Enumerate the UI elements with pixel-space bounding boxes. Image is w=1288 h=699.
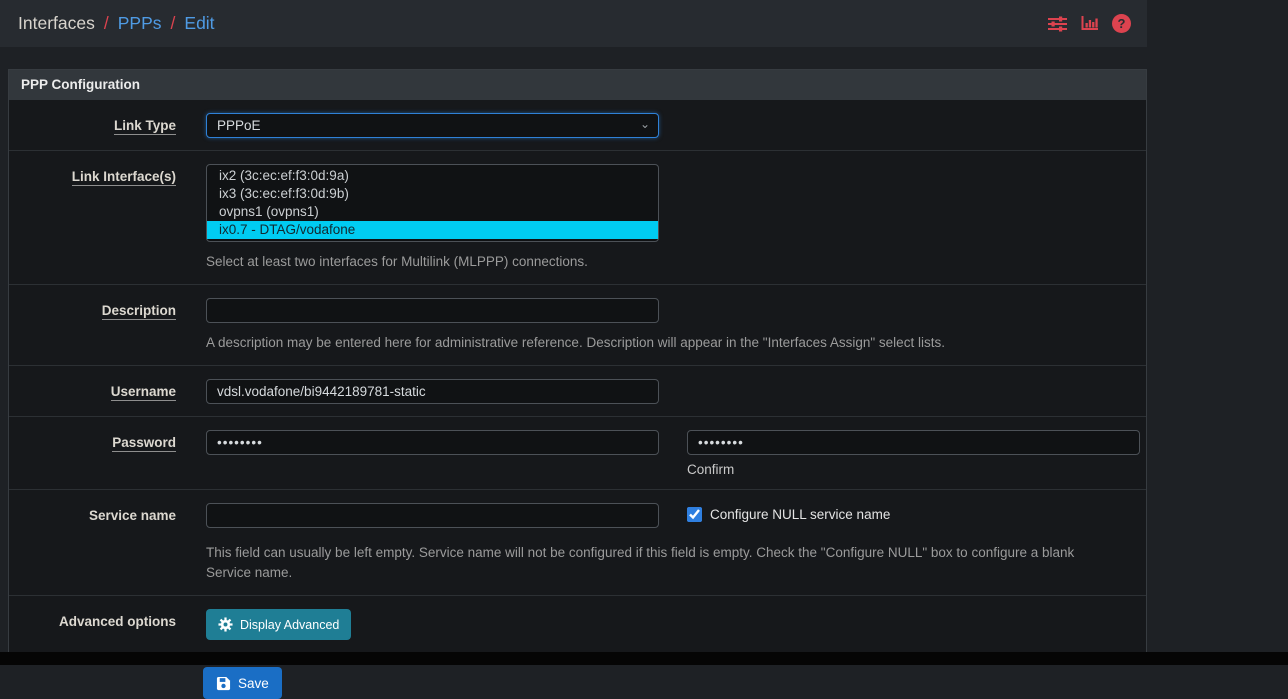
help-icon[interactable]: ? — [1112, 14, 1131, 33]
save-label: Save — [238, 676, 269, 691]
description-input[interactable] — [206, 298, 659, 323]
ppp-configuration-panel: PPP Configuration Link Type PPPoE ⌄ Link… — [8, 69, 1147, 653]
service-name-label: Service name — [89, 508, 176, 523]
username-input[interactable] — [206, 379, 659, 404]
sliders-icon[interactable] — [1048, 16, 1067, 32]
form-row-password: Password Confirm — [9, 416, 1146, 489]
service-name-help: This field can usually be left empty. Se… — [206, 543, 1111, 583]
breadcrumb-bar: Interfaces / PPPs / Edit — [0, 0, 1147, 47]
breadcrumb-separator: / — [104, 13, 109, 34]
breadcrumb-link-edit[interactable]: Edit — [184, 13, 214, 34]
form-row-advanced-options: Advanced options — [9, 595, 1146, 652]
username-label: Username — [111, 384, 176, 401]
bar-chart-icon[interactable] — [1081, 16, 1098, 32]
display-advanced-button[interactable]: Display Advanced — [206, 609, 351, 640]
footer-bar — [0, 652, 1288, 665]
breadcrumb-section: Interfaces — [18, 13, 95, 34]
link-interface-option[interactable]: ix2 (3c:ec:ef:f3:0d:9a) — [207, 167, 658, 185]
panel-body: Link Type PPPoE ⌄ Link Interface(s) ix2 … — [9, 100, 1146, 652]
service-name-input[interactable] — [206, 503, 659, 528]
panel-title: PPP Configuration — [21, 77, 140, 92]
link-type-label: Link Type — [114, 118, 176, 135]
password-label: Password — [112, 435, 176, 452]
breadcrumb-link-ppps[interactable]: PPPs — [118, 13, 162, 34]
save-button[interactable]: Save — [203, 667, 282, 699]
form-row-description: Description A description may be entered… — [9, 284, 1146, 365]
advanced-options-label: Advanced options — [59, 614, 176, 629]
description-label: Description — [102, 303, 176, 320]
password-confirm-input[interactable] — [687, 430, 1140, 455]
question-glyph: ? — [1112, 14, 1131, 33]
confirm-label: Confirm — [687, 462, 1140, 477]
link-interface-option[interactable]: ix3 (3c:ec:ef:f3:0d:9b) — [207, 185, 658, 203]
panel-header: PPP Configuration — [9, 70, 1146, 100]
form-row-link-interfaces: Link Interface(s) ix2 (3c:ec:ef:f3:0d:9a… — [9, 150, 1146, 284]
form-row-service-name: Service name Configure NULL service name… — [9, 489, 1146, 595]
gear-icon — [218, 617, 233, 632]
breadcrumb-separator: / — [171, 13, 176, 34]
breadcrumb: Interfaces / PPPs / Edit — [18, 13, 215, 34]
link-interfaces-listbox[interactable]: ix2 (3c:ec:ef:f3:0d:9a) ix3 (3c:ec:ef:f3… — [206, 164, 659, 242]
configure-null-checkbox[interactable] — [687, 507, 702, 522]
link-type-select[interactable]: PPPoE — [206, 113, 659, 138]
display-advanced-label: Display Advanced — [240, 618, 339, 632]
link-interfaces-label: Link Interface(s) — [72, 169, 176, 186]
link-interfaces-help: Select at least two interfaces for Multi… — [206, 252, 1140, 272]
form-row-link-type: Link Type PPPoE ⌄ — [9, 100, 1146, 150]
link-interface-option-selected[interactable]: ix0.7 - DTAG/vodafone — [207, 221, 658, 239]
configure-null-label: Configure NULL service name — [710, 507, 890, 522]
password-input[interactable] — [206, 430, 659, 455]
save-icon — [216, 676, 231, 691]
description-help: A description may be entered here for ad… — [206, 333, 1140, 353]
header-actions: ? — [1048, 14, 1131, 33]
form-row-username: Username — [9, 365, 1146, 416]
link-interface-option[interactable]: ovpns1 (ovpns1) — [207, 203, 658, 221]
